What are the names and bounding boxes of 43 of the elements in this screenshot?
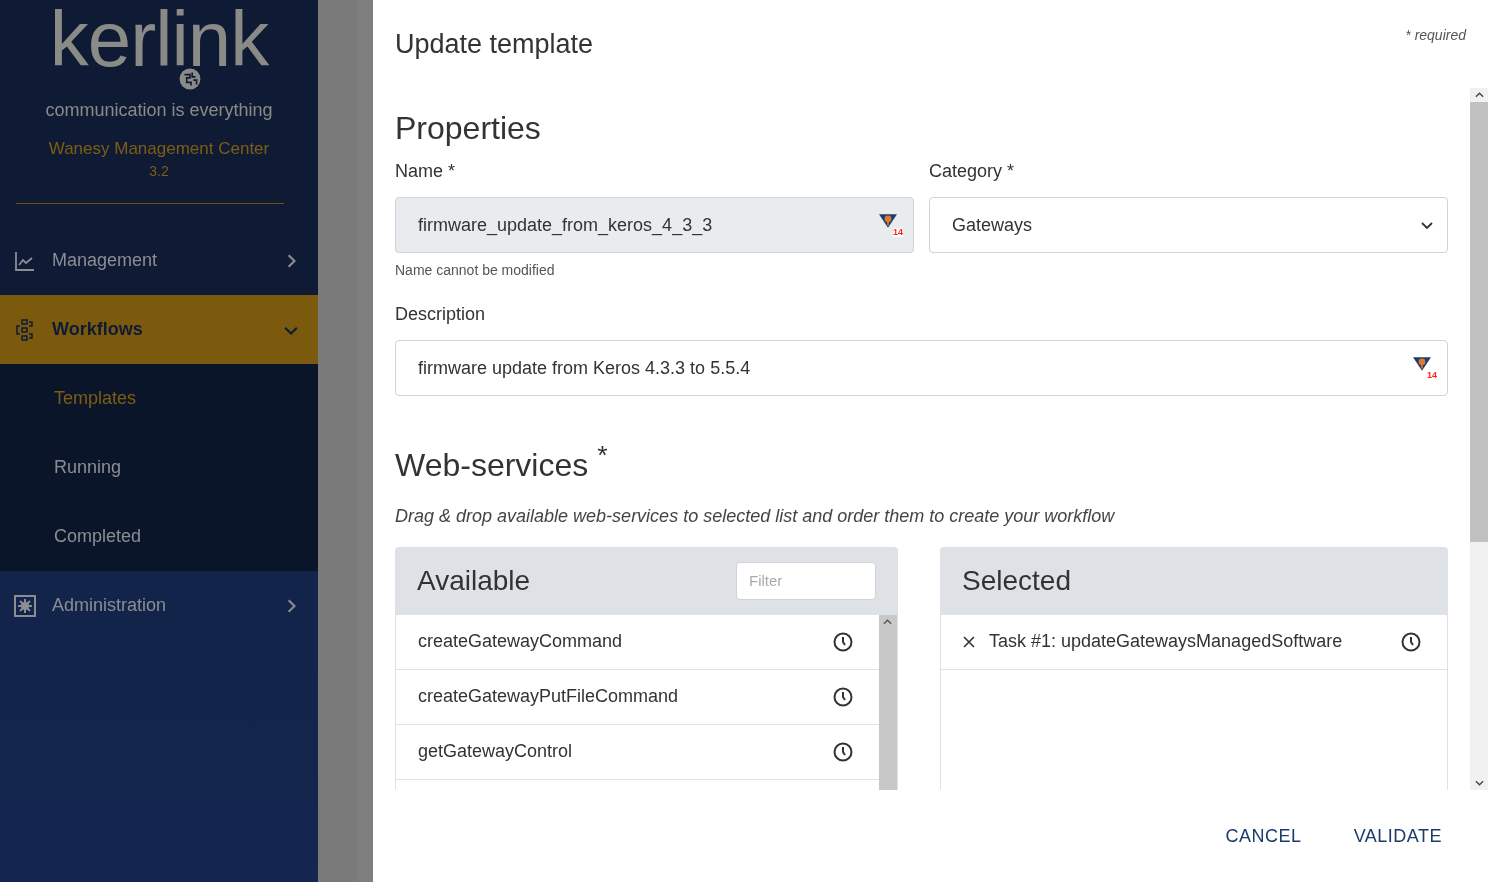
webservice-item[interactable]: createGatewayPutFileCommand — [396, 669, 879, 725]
remove-icon[interactable] — [963, 635, 975, 648]
scrollbar[interactable] — [1470, 88, 1488, 790]
nav-item[interactable]: Administration — [0, 571, 318, 640]
section-heading: Web-services $^{*}$ — [395, 440, 609, 484]
logo-tagline: communication is everything — [45, 100, 273, 121]
gear-icon — [14, 594, 36, 617]
webservice-item[interactable]: createGatewayCommand — [396, 614, 879, 670]
validate-button[interactable]: VALIDATE — [1335, 815, 1460, 857]
field-label: Category * — [929, 161, 1016, 182]
clock-icon — [833, 741, 853, 762]
clock-icon — [833, 686, 853, 707]
nav-subitem[interactable]: Running — [0, 433, 318, 502]
chart-icon — [14, 249, 36, 272]
instruction-text: Drag & drop available web-services to selected list and order them to create your workflow — [395, 505, 1116, 527]
product-version: 3.2 — [149, 163, 169, 179]
description-field[interactable]: firmware update from Keros 4.3.3 to 5.5.4 14 — [395, 340, 1448, 396]
required-note: * required — [1405, 27, 1466, 43]
task-item[interactable]: Task #1: updateGatewaysManagedSoftware — [941, 614, 1447, 670]
product-name: Wanesy Management Center — [48, 139, 270, 159]
scrollbar[interactable] — [879, 614, 897, 790]
clock-icon — [833, 631, 853, 652]
scroll-down-icon[interactable] — [1474, 780, 1484, 786]
cancel-button[interactable]: CANCEL — [1207, 815, 1320, 857]
dialog-title: Update template — [395, 29, 594, 60]
field-label: Description — [395, 304, 487, 325]
section-heading: Properties — [395, 110, 542, 147]
nav-subitem[interactable]: Completed — [0, 502, 318, 571]
help-text: Name cannot be modified — [395, 262, 556, 278]
panel-title: Available — [417, 564, 531, 597]
logo-wordmark: kerlink — [49, 10, 269, 68]
clock-icon — [1401, 631, 1421, 652]
scroll-up-icon[interactable] — [1474, 92, 1484, 98]
globe-icon — [178, 68, 201, 90]
category-select[interactable]: Gateways — [929, 197, 1448, 253]
scroll-up-icon[interactable] — [883, 618, 893, 625]
filter-field[interactable]: Filter — [736, 561, 876, 600]
webservice-item[interactable]: getGatewayControl — [396, 724, 879, 780]
panel-title: Selected — [962, 564, 1071, 597]
chevron-down-icon — [1421, 219, 1433, 231]
nav-item[interactable]: Management — [0, 226, 318, 295]
field-label: Name * — [395, 161, 457, 182]
hierarchy-icon — [14, 318, 36, 341]
